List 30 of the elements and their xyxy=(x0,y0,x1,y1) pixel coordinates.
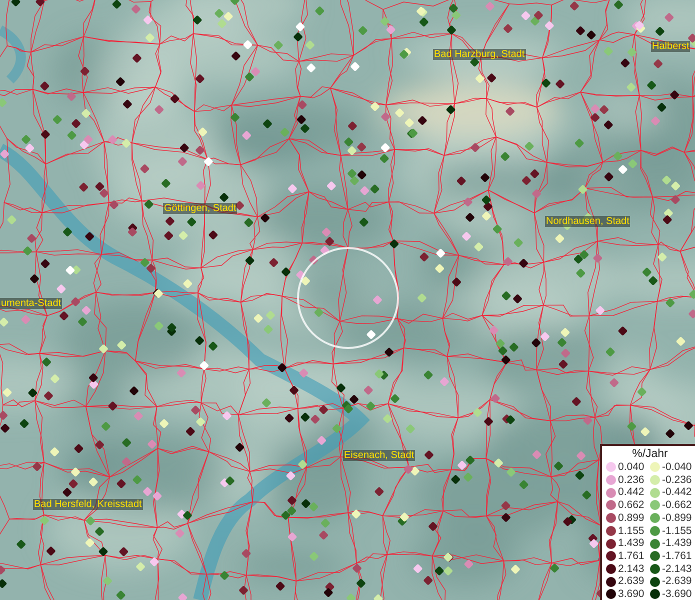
place-label: Bad Hersfeld, Kreisstadt xyxy=(33,499,143,510)
legend-value: 1.439 xyxy=(618,537,646,550)
legend-value: -0.662 xyxy=(662,499,693,512)
legend-value: -0.040 xyxy=(662,461,693,474)
place-label: umenta-Stadt xyxy=(0,298,62,309)
legend-title: %/Jahr xyxy=(631,448,669,461)
legend-value: 0.040 xyxy=(618,461,646,474)
legend-value: 2.639 xyxy=(618,575,646,588)
legend-value: -3.690 xyxy=(662,588,693,600)
legend-value: 0.442 xyxy=(618,486,646,500)
legend-value: -1.439 xyxy=(662,537,693,550)
legend-value: -1.155 xyxy=(662,524,693,538)
place-label: Göttingen, Stadt xyxy=(163,203,238,214)
legend-value: 0.662 xyxy=(618,499,646,512)
legend-value: -2.639 xyxy=(662,575,693,588)
legend-value: -1.761 xyxy=(662,550,693,563)
legend-value: -0.236 xyxy=(662,474,693,486)
legend-value: -0.899 xyxy=(662,512,693,525)
place-label: Bad Harzburg, Stadt xyxy=(433,49,526,60)
legend-value: 0.236 xyxy=(618,474,646,486)
legend-value: 2.143 xyxy=(618,562,646,576)
legend-value: 1.155 xyxy=(618,524,646,538)
legend-value: 0.899 xyxy=(618,512,646,525)
legend-value: 3.690 xyxy=(618,588,646,600)
legend-value: -0.442 xyxy=(662,486,693,500)
place-label: Eisenach, Stadt xyxy=(343,450,416,461)
place-label: Nordhausen, Stadt xyxy=(545,216,630,227)
place-label: Halberst xyxy=(651,41,690,52)
legend-value: -2.143 xyxy=(662,562,693,576)
legend-value: 1.761 xyxy=(618,550,646,563)
